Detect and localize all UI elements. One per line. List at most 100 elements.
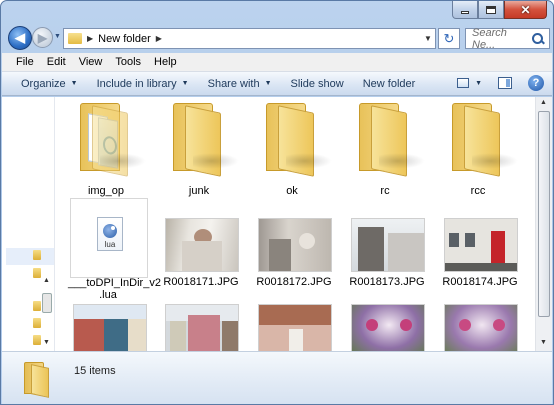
breadcrumb-new-folder[interactable]: New folder (98, 33, 151, 45)
include-label: Include in library (96, 77, 177, 90)
list-item[interactable]: rcc (438, 101, 518, 201)
new-folder-button[interactable]: New folder (363, 78, 416, 90)
file-extension: lua (104, 240, 116, 249)
folder-icon[interactable] (33, 301, 41, 311)
share-with-button[interactable]: Share with ▼ (208, 78, 272, 90)
change-view-icon[interactable] (457, 78, 470, 88)
content-scrollbar-thumb[interactable] (538, 111, 550, 317)
photo-image (104, 319, 128, 351)
view-controls: ▼ ? (457, 75, 544, 91)
photo-thumbnail[interactable] (444, 304, 518, 351)
photo-thumbnail[interactable] (258, 304, 332, 351)
list-item[interactable]: ok (252, 101, 332, 201)
folder-icon[interactable] (33, 335, 41, 345)
scroll-up-icon[interactable]: ▲ (540, 99, 547, 106)
list-item[interactable]: img_op (66, 101, 146, 201)
photo-thumbnail (165, 218, 239, 272)
photo-thumbnail[interactable] (165, 304, 239, 351)
list-item[interactable]: R0018173.JPG (347, 218, 427, 288)
item-name: rc (380, 185, 390, 197)
folder-icon[interactable] (33, 268, 41, 278)
close-button[interactable]: ✕ (504, 1, 547, 19)
photo-image (74, 305, 146, 319)
navigation-selected-item[interactable] (6, 248, 54, 265)
photo-image (493, 319, 505, 331)
command-bar: Organize ▼ Include in library ▼ Share with… (2, 72, 552, 96)
scroll-down-icon[interactable]: ▼ (43, 339, 50, 346)
photo-image (170, 321, 186, 351)
more-options-icon[interactable]: ▼ (475, 80, 482, 87)
chevron-down-icon: ▼ (70, 80, 78, 87)
photo-image (289, 329, 303, 351)
maximize-icon (486, 5, 496, 14)
list-item[interactable]: R0018171.JPG (161, 218, 241, 288)
search-input[interactable]: Search Ne... (466, 27, 531, 51)
breadcrumb-separator[interactable]: ▶ (156, 34, 162, 43)
photo-image (259, 305, 331, 325)
slide-show-button[interactable]: Slide show (291, 78, 344, 90)
minimize-icon (461, 10, 469, 14)
include-in-library-button[interactable]: Include in library ▼ (97, 78, 189, 90)
organize-button[interactable]: Organize ▼ (21, 78, 78, 90)
search-box[interactable]: Search Ne... (465, 27, 550, 51)
list-item[interactable]: rc (345, 101, 425, 201)
menu-edit[interactable]: Edit (47, 56, 66, 68)
file-frame: lua (70, 198, 148, 278)
recent-pages-dropdown[interactable]: ▼ (54, 33, 62, 41)
breadcrumb-separator[interactable]: ▶ (87, 34, 93, 43)
photo-image (74, 319, 104, 351)
navigation-bar: ◀ ▶ ▼ ▶ New folder ▶ ▼ ↻ Search Ne... (1, 22, 553, 52)
address-dropdown-icon[interactable]: ▼ (421, 34, 435, 43)
back-button[interactable]: ◀ (8, 26, 32, 50)
list-item[interactable]: junk (159, 101, 239, 201)
folder-shadow (193, 153, 239, 169)
photo-image (445, 263, 517, 271)
photo-image (388, 233, 424, 271)
menu-bar: File Edit View Tools Help (2, 53, 552, 72)
item-count: 15 items (74, 365, 116, 377)
photo-image (358, 227, 384, 271)
photo-thumbnail (258, 218, 332, 272)
scroll-up-icon[interactable]: ▲ (43, 277, 50, 284)
list-item[interactable]: R0018174.JPG (440, 218, 520, 288)
content-scrollbar[interactable]: ▲ ▼ (535, 97, 552, 351)
photo-image (400, 319, 412, 331)
menu-tools[interactable]: Tools (115, 56, 141, 68)
navigation-scrollbar-thumb[interactable] (42, 293, 52, 313)
item-name: R0018174.JPG (442, 276, 518, 288)
menu-file[interactable]: File (16, 56, 34, 68)
folder-icon (448, 101, 518, 177)
photo-image (299, 233, 315, 249)
folder-icon (22, 362, 54, 398)
folder-icon (76, 101, 146, 177)
photo-thumbnail[interactable] (351, 304, 425, 351)
photo-image (222, 321, 238, 351)
folder-shadow (379, 153, 425, 169)
list-item[interactable]: lua ___toDPI_InDir_v2 .lua (68, 198, 161, 302)
share-label: Share with (207, 77, 260, 90)
item-name: junk (188, 185, 210, 197)
refresh-icon: ↻ (443, 30, 455, 46)
chevron-down-icon: ▼ (181, 80, 189, 87)
maximize-button[interactable] (478, 1, 504, 19)
search-icon[interactable] (531, 32, 545, 46)
preview-pane-icon[interactable] (498, 77, 512, 89)
photo-thumbnail[interactable] (73, 304, 147, 351)
folder-shadow (472, 153, 518, 169)
menu-help[interactable]: Help (154, 56, 177, 68)
minimize-button[interactable] (452, 1, 478, 19)
address-bar[interactable]: ▶ New folder ▶ ▼ (63, 28, 436, 49)
folder-icon[interactable] (33, 318, 41, 328)
photo-image (188, 315, 220, 351)
item-name: ___toDPI_InDir_v2 (68, 277, 161, 289)
forward-button[interactable]: ▶ (32, 27, 53, 48)
scroll-down-icon[interactable]: ▼ (540, 339, 547, 346)
back-arrow-icon: ◀ (15, 30, 25, 45)
photo-image (459, 319, 471, 331)
list-item[interactable]: R0018172.JPG (254, 218, 334, 288)
menu-view[interactable]: View (79, 56, 103, 68)
folder-icon[interactable] (33, 250, 41, 260)
content-area: ▲ ▼ img_op junk ok rc rcc lua ___toDPI_I… (2, 97, 552, 351)
refresh-button[interactable]: ↻ (438, 28, 460, 49)
help-icon[interactable]: ? (528, 75, 544, 91)
